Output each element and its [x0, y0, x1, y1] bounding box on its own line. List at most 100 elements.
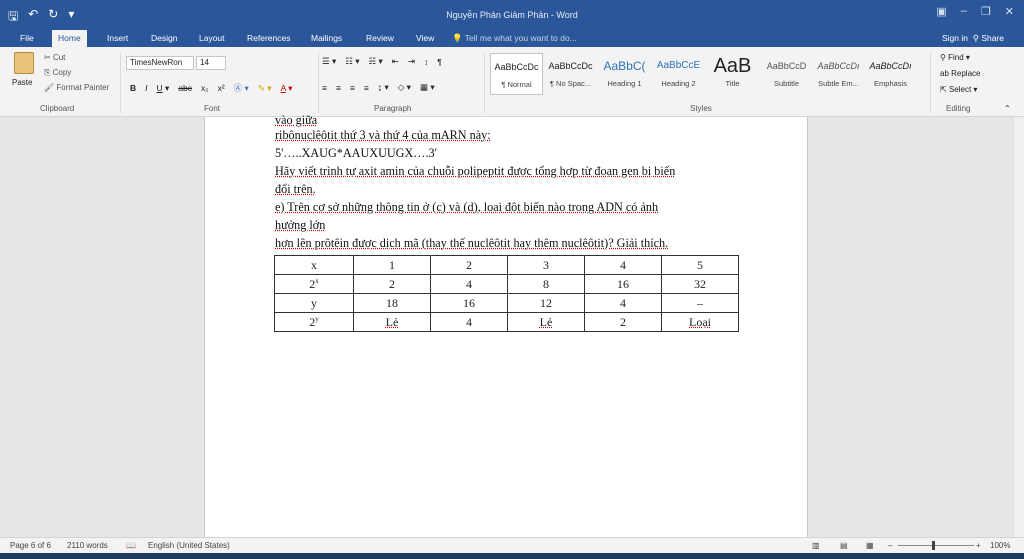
superscript-button[interactable]: x² — [218, 83, 225, 93]
style-name: Title — [725, 79, 740, 88]
doc-line: đổi trên. — [275, 182, 316, 196]
sign-in-link[interactable]: Sign in — [942, 30, 968, 47]
style-no-spacing[interactable]: AaBbCcDc ¶ No Spac... — [544, 53, 597, 95]
copy-button[interactable]: ⎘ Copy — [44, 68, 71, 78]
subscript-button[interactable]: x₂ — [201, 83, 209, 93]
italic-button[interactable]: I — [145, 83, 147, 93]
page-count[interactable]: Page 6 of 6 — [10, 541, 51, 550]
cell-sup: x — [315, 276, 319, 285]
table-cell: 2x — [274, 274, 354, 294]
title-bar: 🖫 ↶ ↻ ▾ Nguyễn Phản Giảm Phản - Word ▣ –… — [0, 0, 1024, 30]
collapse-ribbon-icon[interactable]: ⌃ — [1004, 104, 1011, 113]
justify-icon[interactable]: ≡ — [364, 83, 369, 93]
editing-group-label: Editing — [946, 104, 971, 113]
style-name: Heading 2 — [661, 79, 696, 88]
style-heading-1[interactable]: AaBbC(Heading 1 — [598, 53, 651, 95]
cell-sup: y — [315, 314, 319, 323]
tab-review[interactable]: Review — [360, 30, 400, 47]
font-format-row: B I U ▾ abc x₂ x² Ⓐ ▾ ✎ ▾ A ▾ — [130, 82, 292, 94]
language-indicator[interactable]: English (United States) — [148, 541, 230, 550]
text-effects-icon[interactable]: Ⓐ ▾ — [234, 82, 249, 94]
ribbon-tabs: File Home Insert Design Layout Reference… — [0, 30, 1024, 47]
style-preview: AaBbCcD — [766, 61, 807, 71]
tell-me-search[interactable]: 💡 Tell me what you want to do... — [452, 30, 577, 47]
web-layout-icon[interactable]: ▦ — [866, 541, 874, 550]
values-table: x 1 2 3 4 5 2x 2 4 8 16 32 y 18 16 12 4 — [274, 255, 739, 332]
style-heading-2[interactable]: AaBbCcE Heading 2 — [652, 53, 705, 95]
print-layout-icon[interactable]: ▤ — [840, 541, 848, 550]
minimize-icon[interactable]: – — [961, 5, 967, 18]
align-center-icon[interactable]: ≡ — [336, 83, 341, 93]
restore-icon[interactable]: ❐ — [981, 5, 991, 18]
doc-line: ribônuclêôtit thứ 3 và thứ 4 của mARN nà… — [275, 128, 491, 142]
increase-indent-icon[interactable]: ⇥ — [408, 56, 415, 67]
ribbon-display-icon[interactable]: ▣ — [936, 5, 946, 18]
sort-icon[interactable]: ↕ — [424, 57, 428, 67]
proofing-icon[interactable]: 📖 — [126, 541, 136, 550]
style-name: Subtitle — [773, 79, 800, 88]
find-button[interactable]: ⚲ Find ▾ — [940, 53, 970, 62]
table-cell: 2 — [430, 255, 508, 275]
replace-button[interactable]: ab Replace — [940, 69, 980, 78]
style-name: Heading 1 — [607, 79, 642, 88]
highlight-icon[interactable]: ✎ ▾ — [258, 83, 272, 94]
zoom-out-button[interactable]: – — [888, 541, 892, 550]
align-right-icon[interactable]: ≡ — [350, 83, 355, 93]
select-button[interactable]: ⇱ Select ▾ — [940, 85, 977, 94]
tab-mailings[interactable]: Mailings — [305, 30, 348, 47]
doc-line: vào giữa — [275, 113, 318, 127]
font-size-box[interactable]: 14 — [196, 56, 226, 70]
tab-layout[interactable]: Layout — [193, 30, 231, 47]
doc-line: Hãy viết trình tự axit amin của chuỗi po… — [275, 164, 676, 178]
close-icon[interactable]: ✕ — [1005, 5, 1014, 18]
word-count[interactable]: 2110 words — [67, 541, 108, 550]
bullets-icon[interactable]: ☰ ▾ — [322, 56, 336, 67]
table-cell: 2y — [274, 312, 354, 332]
zoom-slider[interactable] — [898, 545, 974, 546]
cut-button[interactable]: ✂ Cut — [44, 53, 65, 62]
numbering-icon[interactable]: ☷ ▾ — [345, 56, 359, 67]
style-title[interactable]: AaB Title — [706, 53, 759, 95]
tab-insert[interactable]: Insert — [101, 30, 134, 47]
zoom-slider-thumb[interactable] — [932, 541, 935, 550]
separator — [484, 53, 485, 113]
format-painter-button[interactable]: 🖌 Format Painter — [44, 83, 109, 92]
bold-button[interactable]: B — [130, 83, 136, 93]
table-cell: 16 — [584, 274, 662, 294]
zoom-in-button[interactable]: + — [976, 541, 981, 550]
table-cell: 18 — [353, 293, 431, 313]
tab-home[interactable]: Home — [52, 30, 87, 47]
paragraph-group-label: Paragraph — [374, 104, 412, 113]
pilcrow-icon[interactable]: ¶ — [437, 57, 442, 67]
ribbon-home: Paste ✂ Cut ⎘ Copy 🖌 Format Painter Clip… — [0, 47, 1024, 117]
tab-references[interactable]: References — [241, 30, 296, 47]
read-mode-icon[interactable]: ▥ — [812, 541, 820, 550]
shading-icon[interactable]: ◇ ▾ — [398, 82, 411, 93]
style-subtitle[interactable]: AaBbCcD Subtitle — [760, 53, 813, 95]
line-spacing-icon[interactable]: ↨ ▾ — [378, 82, 389, 93]
strikethrough-button[interactable]: abc — [178, 83, 192, 93]
style-normal[interactable]: AaBbCcDc ¶ Normal — [490, 53, 543, 95]
font-color-icon[interactable]: A ▾ — [281, 83, 293, 94]
style-emphasis[interactable]: AaBbCcDı Emphasis — [864, 53, 917, 95]
underline-button[interactable]: U ▾ — [157, 83, 170, 94]
paste-button[interactable]: Paste — [12, 78, 32, 87]
share-button[interactable]: ⚲ Share — [973, 30, 1004, 47]
align-left-icon[interactable]: ≡ — [322, 83, 327, 93]
zoom-level[interactable]: 100% — [990, 541, 1010, 550]
decrease-indent-icon[interactable]: ⇤ — [392, 56, 399, 67]
paste-icon[interactable] — [14, 52, 34, 74]
tab-design[interactable]: Design — [145, 30, 183, 47]
tab-view[interactable]: View — [410, 30, 440, 47]
font-name-box[interactable]: TimesNewRon — [126, 56, 194, 70]
format-painter-label: Format Painter — [56, 83, 110, 92]
style-subtle-emphasis[interactable]: AaBbCcDı Subtle Em... — [812, 53, 865, 95]
table-cell: 2 — [353, 274, 431, 294]
document-page[interactable]: vào giữa ribônuclêôtit thứ 3 và thứ 4 củ… — [204, 113, 808, 537]
table-cell: – — [661, 293, 739, 313]
vertical-scrollbar[interactable] — [1014, 117, 1024, 537]
multilevel-icon[interactable]: ☵ ▾ — [369, 56, 383, 67]
tab-file[interactable]: File — [14, 30, 40, 47]
doc-line: hơn lên prôtêin được dịch mã (thay thế n… — [275, 236, 669, 250]
borders-icon[interactable]: ▦ ▾ — [420, 82, 435, 93]
